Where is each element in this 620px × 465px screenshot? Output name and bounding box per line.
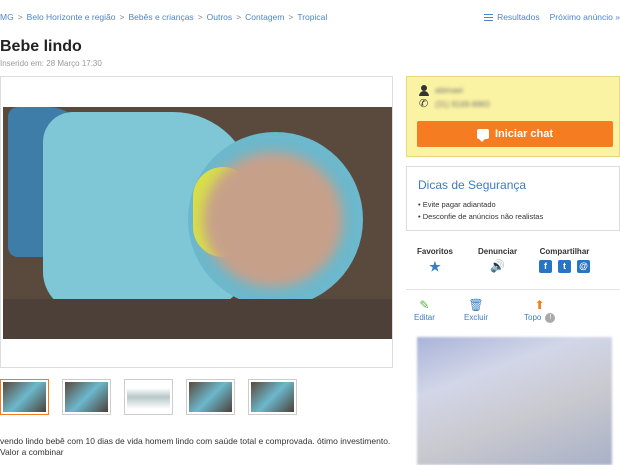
thumbnail[interactable] [0, 379, 49, 415]
breadcrumb-item-region[interactable]: Belo Horizonte e região [27, 12, 116, 22]
safety-tips-box: Dicas de Segurança Evite pagar adiantado… [406, 166, 620, 231]
thumbnail[interactable] [248, 379, 297, 415]
star-icon: ★ [429, 259, 441, 274]
seller-phone-row: ✆ (31) 9169-8883 [419, 99, 490, 110]
thumbnail-image [65, 382, 108, 412]
breadcrumb-item-state[interactable]: MG [0, 12, 14, 22]
delete-label: Excluir [464, 313, 489, 322]
bump-top-action[interactable]: ⬆ Topo! [524, 298, 556, 323]
safety-tip: Desconfie de anúncios não realistas [418, 211, 544, 223]
megaphone-icon: 🔊 [490, 259, 506, 273]
breadcrumb-item-city[interactable]: Contagem [245, 12, 284, 22]
safety-tip: Evite pagar adiantado [418, 199, 543, 211]
divider [406, 289, 620, 290]
safety-tips-list: Evite pagar adiantado Desconfie de anúnc… [418, 199, 544, 223]
photo-shape [3, 299, 392, 339]
seller-name-row: abimaei [419, 85, 463, 96]
share-action: Compartilhar f t @ [539, 247, 590, 273]
inserted-date: Inserido em: 28 Março 17:30 [0, 59, 102, 68]
breadcrumb-separator: > [288, 12, 294, 22]
main-photo-frame [0, 76, 393, 368]
top-label: Topo [524, 313, 542, 323]
pencil-icon: ✎ [419, 298, 430, 312]
breadcrumb-item-subcategory[interactable]: Outros [207, 12, 233, 22]
listing-actions: Favoritos ★ Denunciar 🔊 Compartilhar f t… [406, 247, 620, 283]
email-icon[interactable]: @ [577, 260, 590, 273]
price-text: Valor a combinar [0, 447, 64, 457]
breadcrumb-separator: > [236, 12, 242, 22]
start-chat-button[interactable]: Iniciar chat [417, 121, 613, 147]
phone-icon: ✆ [419, 98, 429, 110]
owner-tools: ✎ Editar 🗑 Excluir ⬆ Topo! [406, 299, 620, 329]
results-link[interactable]: Resultados [484, 12, 540, 22]
chat-icon [476, 129, 489, 142]
description-text: vendo lindo bebê com 10 dias de vida hom… [0, 436, 391, 446]
favorites-action[interactable]: Favoritos ★ [417, 247, 453, 273]
top-navigation: Resultados Próximo anúncio » [484, 12, 620, 22]
safety-title[interactable]: Dicas de Segurança [418, 178, 526, 192]
seller-phone[interactable]: (31) 9169-8883 [435, 100, 490, 109]
breadcrumb-item-category[interactable]: Bebês e crianças [128, 12, 193, 22]
delete-action[interactable]: 🗑 Excluir [464, 298, 489, 323]
start-chat-label: Iniciar chat [494, 128, 554, 140]
thumbnail[interactable] [62, 379, 111, 415]
list-icon [484, 14, 494, 22]
breadcrumb-item-neighborhood[interactable]: Tropical [297, 12, 327, 22]
thumbnail[interactable] [124, 379, 173, 415]
favorites-label: Favoritos [417, 247, 454, 256]
photo-shape [203, 152, 343, 287]
next-listing-link[interactable]: Próximo anúncio » [550, 12, 620, 22]
listing-description: vendo lindo bebê com 10 dias de vida hom… [0, 436, 395, 458]
trash-icon: 🗑 [468, 298, 484, 312]
arrow-up-icon: ⬆ [534, 298, 545, 312]
main-photo[interactable] [3, 107, 392, 339]
share-label: Compartilhar [539, 247, 590, 256]
results-label: Resultados [497, 12, 540, 22]
thumbnail-image [189, 382, 232, 412]
twitter-icon[interactable]: t [558, 260, 571, 273]
user-icon [419, 85, 429, 96]
report-action[interactable]: Denunciar 🔊 [478, 247, 517, 273]
thumbnail-image [3, 382, 46, 412]
listing-title: Bebe lindo [0, 38, 82, 55]
edit-action[interactable]: ✎ Editar [414, 298, 435, 323]
seller-box: abimaei ✆ (31) 9169-8883 Iniciar chat [406, 76, 620, 157]
edit-label: Editar [414, 313, 435, 322]
breadcrumb-separator: > [119, 12, 125, 22]
report-label: Denunciar [478, 247, 518, 256]
seller-name: abimaei [435, 86, 464, 95]
advertisement-banner[interactable] [417, 337, 612, 465]
thumbnail-image [251, 382, 294, 412]
thumbnail[interactable] [186, 379, 235, 415]
help-icon[interactable]: ! [545, 313, 556, 323]
thumbnail-strip [0, 379, 297, 415]
facebook-icon[interactable]: f [539, 260, 552, 273]
thumbnail-image [127, 382, 170, 412]
breadcrumb-separator: > [197, 12, 203, 22]
breadcrumb-separator: > [17, 12, 23, 22]
breadcrumb: MG > Belo Horizonte e região > Bebês e crian… [0, 12, 327, 22]
